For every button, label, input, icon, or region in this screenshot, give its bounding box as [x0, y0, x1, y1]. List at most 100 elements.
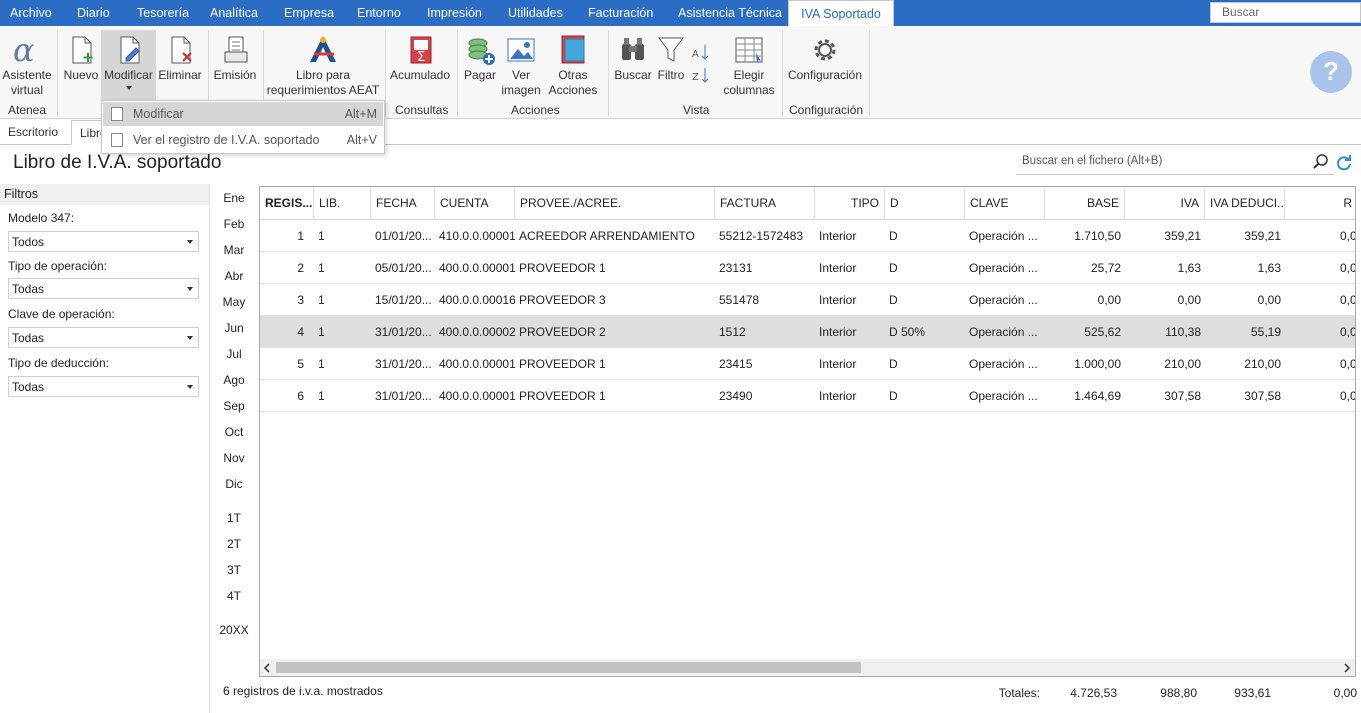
- pagar-button[interactable]: Pagar: [460, 34, 500, 83]
- cell-fecha: 01/01/20...: [375, 229, 432, 243]
- new-document-icon: [72, 36, 93, 64]
- menu-entorno[interactable]: Entorno: [357, 0, 401, 26]
- period-mar[interactable]: Mar: [216, 243, 252, 257]
- search-icon[interactable]: [1313, 154, 1329, 170]
- col-header-d[interactable]: D: [885, 187, 965, 220]
- scrollbar-thumb[interactable]: [276, 662, 861, 673]
- table-row[interactable]: 3 1 15/01/20... 400.0.0.00016 PROVEEDOR 3 551…: [260, 284, 1355, 316]
- delete-document-icon: [171, 36, 192, 64]
- period-abr[interactable]: Abr: [216, 269, 252, 283]
- horizontal-scrollbar[interactable]: [260, 659, 1355, 676]
- col-header-iva[interactable]: IVA: [1125, 187, 1205, 220]
- menu-diario[interactable]: Diario: [77, 0, 110, 26]
- cell-fecha: 31/01/20...: [375, 389, 432, 403]
- col-header-clave[interactable]: CLAVE: [965, 187, 1045, 220]
- table-row[interactable]: 5 1 31/01/20... 400.0.0.00001 PROVEEDOR 1 234…: [260, 348, 1355, 380]
- emision-button[interactable]: Emisión: [212, 34, 258, 83]
- chevron-down-icon: [187, 287, 193, 291]
- period-2t[interactable]: 2T: [216, 537, 252, 551]
- asistente-virtual-button[interactable]: α Asistente virtual: [2, 34, 52, 98]
- iva-table: REGIS... LIB. FECHA CUENTA PROVEE./ACREE…: [259, 186, 1356, 677]
- cell-proveedor: ACREEDOR ARRENDAMIENTO: [519, 229, 695, 243]
- total-iva: 988,80: [1160, 686, 1197, 700]
- tab-escritorio[interactable]: Escritorio: [8, 120, 58, 145]
- col-header-base[interactable]: BASE: [1045, 187, 1125, 220]
- col-header-r[interactable]: R: [1285, 187, 1355, 220]
- menu-impresion[interactable]: Impresión: [427, 0, 482, 26]
- filtro-button[interactable]: Filtro: [655, 34, 687, 83]
- table-row[interactable]: 6 1 31/01/20... 400.0.0.00001 PROVEEDOR 1 234…: [260, 380, 1355, 412]
- modificar-button[interactable]: Modificar: [101, 30, 156, 100]
- menu-analitica[interactable]: Analítica: [210, 0, 258, 26]
- table-row[interactable]: 4 1 31/01/20... 400.0.0.00002 PROVEEDOR 2 151…: [260, 316, 1355, 348]
- libro-aeat-button[interactable]: Libro para requerimientos AEAT: [266, 34, 380, 98]
- file-search-input[interactable]: Buscar en el fichero (Alt+B): [1016, 150, 1334, 175]
- col-header-cuenta[interactable]: CUENTA: [435, 187, 515, 220]
- period-4t[interactable]: 4T: [216, 589, 252, 603]
- col-header-factura[interactable]: FACTURA: [715, 187, 815, 220]
- period-nov[interactable]: Nov: [216, 451, 252, 465]
- col-header-iva-deducible[interactable]: IVA DEDUCI...: [1205, 187, 1285, 220]
- tipo-deduccion-select[interactable]: Todas: [8, 376, 199, 397]
- period-jul[interactable]: Jul: [216, 347, 252, 361]
- menu-tesoreria[interactable]: Tesorería: [137, 0, 189, 26]
- menu-asistencia[interactable]: Asistencia Técnica: [678, 0, 782, 26]
- otras-acciones-button[interactable]: Otras Acciones: [543, 34, 603, 98]
- period-ene[interactable]: Ene: [216, 191, 252, 205]
- col-header-tipo[interactable]: TIPO: [815, 187, 885, 220]
- refresh-icon[interactable]: [1336, 154, 1352, 170]
- menu-empresa[interactable]: Empresa: [284, 0, 334, 26]
- cell-factura: 1512: [719, 325, 746, 339]
- buscar-button[interactable]: Buscar: [613, 34, 653, 83]
- cell-clave: Operación ...: [969, 229, 1038, 243]
- col-header-proveedor[interactable]: PROVEE./ACREE.: [515, 187, 715, 220]
- table-row[interactable]: 1 1 01/01/20... 410.0.0.00001 ACREEDOR ARREN…: [260, 220, 1355, 252]
- period-jun[interactable]: Jun: [216, 321, 252, 335]
- sort-button[interactable]: AZ: [688, 42, 712, 88]
- global-search-input[interactable]: Buscar: [1210, 2, 1361, 23]
- period-ago[interactable]: Ago: [216, 373, 252, 387]
- filters-panel: Filtros Modelo 347: Todos Tipo de operac…: [0, 184, 210, 713]
- cell-registro: 3: [297, 293, 304, 307]
- modelo-347-select[interactable]: Todos: [8, 231, 199, 252]
- cell-iva-deducible: 55,19: [1250, 325, 1281, 339]
- tab-iva-soportado[interactable]: IVA Soportado: [788, 0, 894, 26]
- period-year[interactable]: 20XX: [216, 623, 252, 637]
- period-dic[interactable]: Dic: [216, 477, 252, 491]
- cell-iva: 210,00: [1164, 357, 1201, 371]
- menu-utilidades[interactable]: Utilidades: [508, 0, 563, 26]
- period-may[interactable]: May: [216, 295, 252, 309]
- chevron-right-icon[interactable]: [1343, 663, 1351, 673]
- cell-tipo: Interior: [819, 389, 857, 403]
- cell-tipo: Interior: [819, 325, 857, 339]
- cell-registro: 2: [297, 261, 304, 275]
- configuracion-button[interactable]: Configuración: [786, 34, 864, 83]
- dropdown-item-modificar[interactable]: Modificar Alt+M: [103, 102, 383, 126]
- acumulado-button[interactable]: Σ Acumulado: [388, 34, 452, 83]
- ver-imagen-button[interactable]: Ver imagen: [501, 34, 541, 98]
- table-row[interactable]: 2 1 05/01/20... 400.0.0.00001 PROVEEDOR 1 231…: [260, 252, 1355, 284]
- eliminar-button[interactable]: Eliminar: [157, 34, 203, 83]
- clave-operacion-select[interactable]: Todas: [8, 327, 199, 348]
- tipo-operacion-select[interactable]: Todas: [8, 278, 199, 299]
- elegir-columnas-button[interactable]: Elegir columnas: [721, 34, 777, 98]
- col-header-fecha[interactable]: FECHA: [371, 187, 435, 220]
- period-1t[interactable]: 1T: [216, 511, 252, 525]
- menu-facturacion[interactable]: Facturación: [588, 0, 653, 26]
- cell-base: 25,72: [1090, 261, 1121, 275]
- total-iva-deducible: 933,61: [1234, 686, 1271, 700]
- period-feb[interactable]: Feb: [216, 217, 252, 231]
- col-header-registro[interactable]: REGIS...: [260, 187, 314, 220]
- chevron-down-icon: [187, 336, 193, 340]
- chevron-left-icon[interactable]: [263, 663, 271, 673]
- nuevo-button[interactable]: Nuevo: [62, 34, 100, 83]
- col-header-libro[interactable]: LIB.: [314, 187, 371, 220]
- cell-d: D: [889, 357, 898, 371]
- menu-archivo[interactable]: Archivo: [10, 0, 52, 26]
- period-sep[interactable]: Sep: [216, 399, 252, 413]
- cell-registro: 5: [297, 357, 304, 371]
- help-button[interactable]: ?: [1310, 51, 1352, 93]
- dropdown-item-ver-registro[interactable]: Ver el registro de I.V.A. soportado Alt+…: [103, 128, 383, 152]
- period-3t[interactable]: 3T: [216, 563, 252, 577]
- period-oct[interactable]: Oct: [216, 425, 252, 439]
